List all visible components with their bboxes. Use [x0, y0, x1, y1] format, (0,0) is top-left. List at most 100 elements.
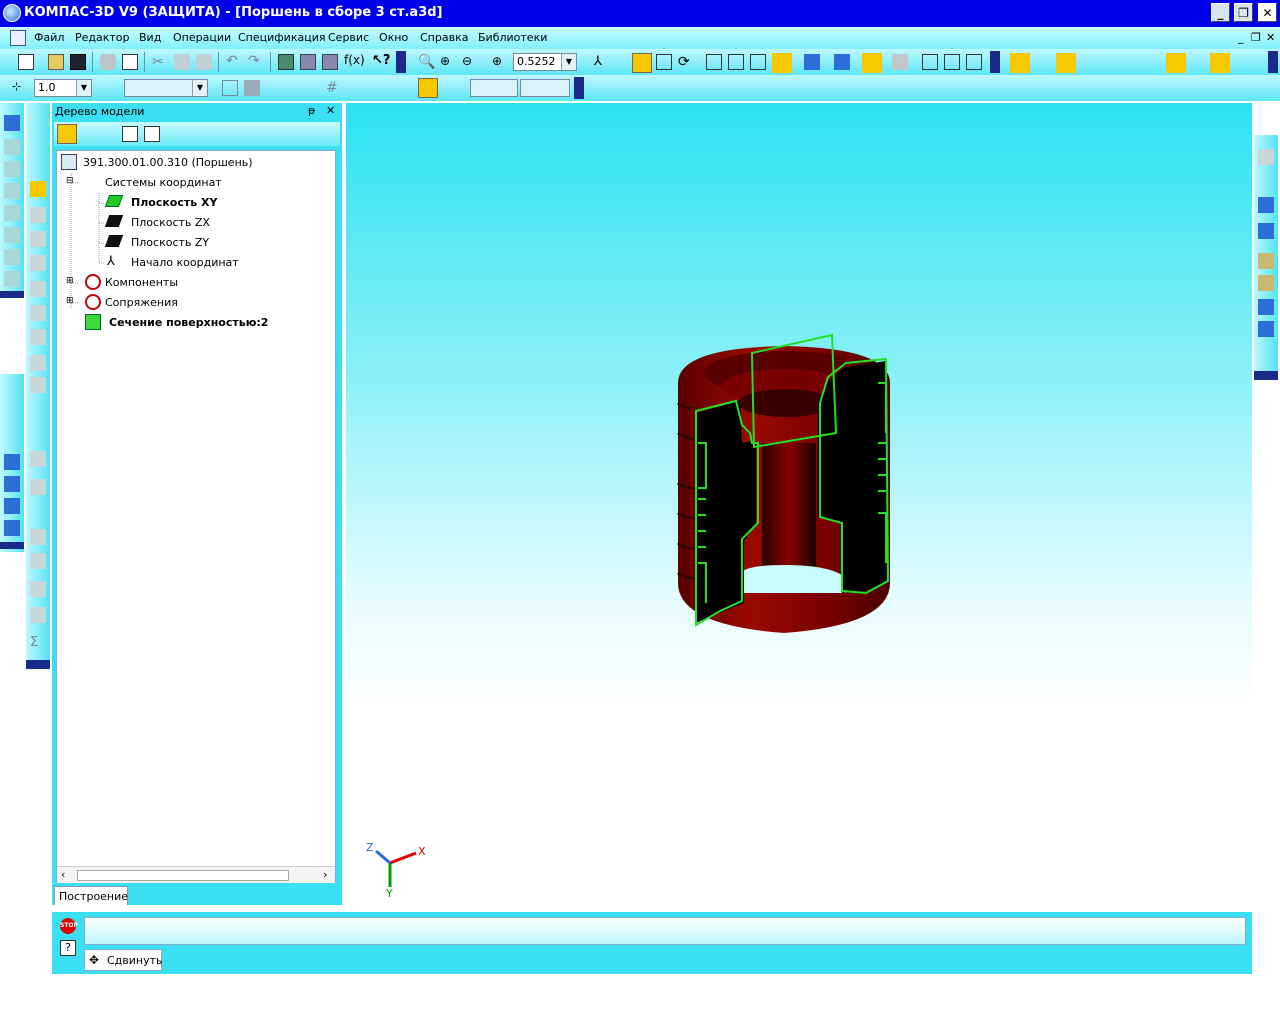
pan-icon[interactable] — [632, 53, 652, 73]
kompas-app-icon[interactable] — [3, 4, 21, 22]
rotate-icon[interactable]: ⟳ — [678, 54, 694, 70]
cursor-snap-icon[interactable] — [418, 78, 438, 98]
layer-icon[interactable] — [104, 80, 120, 96]
spline-icon[interactable] — [4, 476, 20, 492]
scroll-right-icon[interactable]: › — [323, 868, 327, 881]
snap-normal-icon[interactable] — [1146, 54, 1162, 70]
edit-details-icon[interactable] — [4, 115, 20, 131]
pen-icon[interactable] — [296, 80, 312, 96]
coord-y-field[interactable] — [520, 79, 570, 97]
snap-grid-icon[interactable] — [1010, 53, 1030, 73]
tree-node[interactable]: Плоскость XY — [131, 196, 218, 209]
snap-tangent-icon[interactable] — [1124, 54, 1140, 70]
edit-in-place-icon[interactable] — [944, 54, 960, 70]
3d-viewport[interactable]: X Y Z — [346, 103, 1252, 907]
style-combo[interactable]: ▼ — [124, 79, 208, 97]
spec-icon[interactable] — [30, 207, 46, 223]
panel-grip-icon[interactable] — [0, 291, 24, 298]
loft-icon[interactable] — [4, 205, 20, 221]
menu-specification[interactable]: Спецификация — [238, 31, 325, 44]
report-icon[interactable] — [30, 231, 46, 247]
mdi-minimize-button[interactable]: _ — [1238, 31, 1244, 44]
document-list-icon[interactable] — [30, 529, 46, 545]
snap-angle-icon[interactable] — [1210, 53, 1230, 73]
edit-icon[interactable] — [30, 329, 46, 345]
eraser-icon[interactable] — [1240, 54, 1256, 70]
hidden-lines-icon[interactable] — [728, 54, 744, 70]
shaded-edges-icon[interactable] — [804, 54, 820, 70]
tree-docs-icon[interactable] — [144, 126, 160, 142]
minimize-button[interactable]: _ — [1211, 3, 1230, 22]
plane-icon[interactable] — [4, 388, 20, 404]
copy-icon[interactable] — [174, 54, 190, 70]
step-combo[interactable]: 1.0 ▼ — [34, 79, 92, 97]
surface-icon[interactable] — [4, 454, 20, 470]
snap-intersection-icon[interactable] — [1102, 54, 1118, 70]
zoom-window-icon[interactable]: 🔍 — [418, 54, 435, 70]
maximize-button[interactable]: ❐ — [1234, 3, 1253, 22]
expand-icon[interactable]: ⊞ — [66, 276, 74, 286]
menu-help[interactable]: Справка — [420, 31, 468, 44]
assembly-icon[interactable] — [30, 255, 46, 271]
menu-view[interactable]: Вид — [139, 31, 161, 44]
coordinates-icon[interactable] — [446, 80, 462, 96]
tab-construction[interactable]: Построение — [54, 886, 128, 905]
tree-doc-icon[interactable] — [122, 126, 138, 142]
hidden-thin-icon[interactable] — [750, 54, 766, 70]
text-abc-icon[interactable] — [30, 399, 46, 415]
manager-icon[interactable] — [278, 54, 294, 70]
select-icon[interactable] — [30, 111, 46, 127]
undo-icon[interactable]: ↶ — [226, 53, 242, 69]
ortho-icon[interactable] — [366, 80, 382, 96]
rotate-component-icon[interactable] — [1258, 197, 1274, 213]
print-preview-icon[interactable] — [122, 54, 138, 70]
zoom-scale-icon[interactable]: ⊕ — [492, 54, 508, 70]
sketch-icon[interactable] — [966, 54, 982, 70]
zoom-out-icon[interactable]: ⊖ — [462, 54, 478, 70]
print-icon[interactable] — [100, 54, 116, 70]
menu-editor[interactable]: Редактор — [75, 31, 130, 44]
toolbar-grip-icon[interactable] — [1268, 51, 1278, 73]
chevron-down-icon[interactable]: ▼ — [76, 80, 91, 96]
snap-vertex-icon[interactable] — [1166, 53, 1186, 73]
edit-component-icon[interactable] — [922, 54, 938, 70]
fill-icon[interactable] — [244, 80, 260, 96]
menu-operations[interactable]: Операции — [173, 31, 231, 44]
extrude-icon[interactable] — [4, 139, 20, 155]
tree-node[interactable]: 391.300.01.00.310 (Поршень) — [83, 156, 253, 169]
save-icon[interactable] — [70, 54, 86, 70]
tree-structure-icon[interactable] — [84, 126, 100, 142]
panel-grip-icon[interactable] — [26, 660, 50, 669]
chamfer-icon[interactable] — [4, 271, 20, 287]
menu-window[interactable]: Окно — [379, 31, 408, 44]
sum-icon[interactable]: Σ — [30, 635, 46, 651]
pin-icon[interactable]: ᵽ — [308, 104, 315, 117]
zoom-in-icon[interactable]: ⊕ — [440, 54, 456, 70]
concentric-icon[interactable] — [1258, 321, 1274, 337]
numbering-icon[interactable] — [30, 503, 46, 519]
horizontal-scrollbar[interactable]: ‹ › — [57, 866, 335, 883]
toolbar-grip-icon[interactable] — [574, 77, 584, 99]
kinematic-icon[interactable] — [4, 183, 20, 199]
tangency-icon[interactable] — [1258, 299, 1274, 315]
add-icon[interactable] — [30, 377, 46, 393]
piston-model[interactable] — [676, 333, 890, 633]
measure-tool-icon[interactable] — [30, 281, 46, 297]
section-view-icon[interactable] — [862, 53, 882, 73]
filter-icon[interactable] — [30, 165, 46, 181]
perpendicular-icon[interactable] — [1258, 275, 1274, 291]
help-icon[interactable]: ? — [60, 940, 76, 956]
menu-file[interactable]: Файл — [34, 31, 64, 44]
chevron-down-icon[interactable]: ▼ — [192, 80, 207, 96]
collapse-icon[interactable]: ⊟ — [66, 176, 74, 186]
panel-grip-icon[interactable] — [0, 542, 24, 549]
document-icon[interactable] — [10, 30, 26, 46]
bom-icon[interactable] — [30, 553, 46, 569]
close-button[interactable]: ✕ — [1258, 3, 1277, 22]
local-cs-icon[interactable]: ⊹ — [12, 80, 28, 96]
dimension-icon[interactable] — [30, 421, 46, 437]
fx-button[interactable]: f(x) — [344, 53, 365, 69]
parallel-icon[interactable] — [1258, 253, 1274, 269]
coord-x-field[interactable] — [470, 79, 518, 97]
fillet-icon[interactable] — [4, 249, 20, 265]
